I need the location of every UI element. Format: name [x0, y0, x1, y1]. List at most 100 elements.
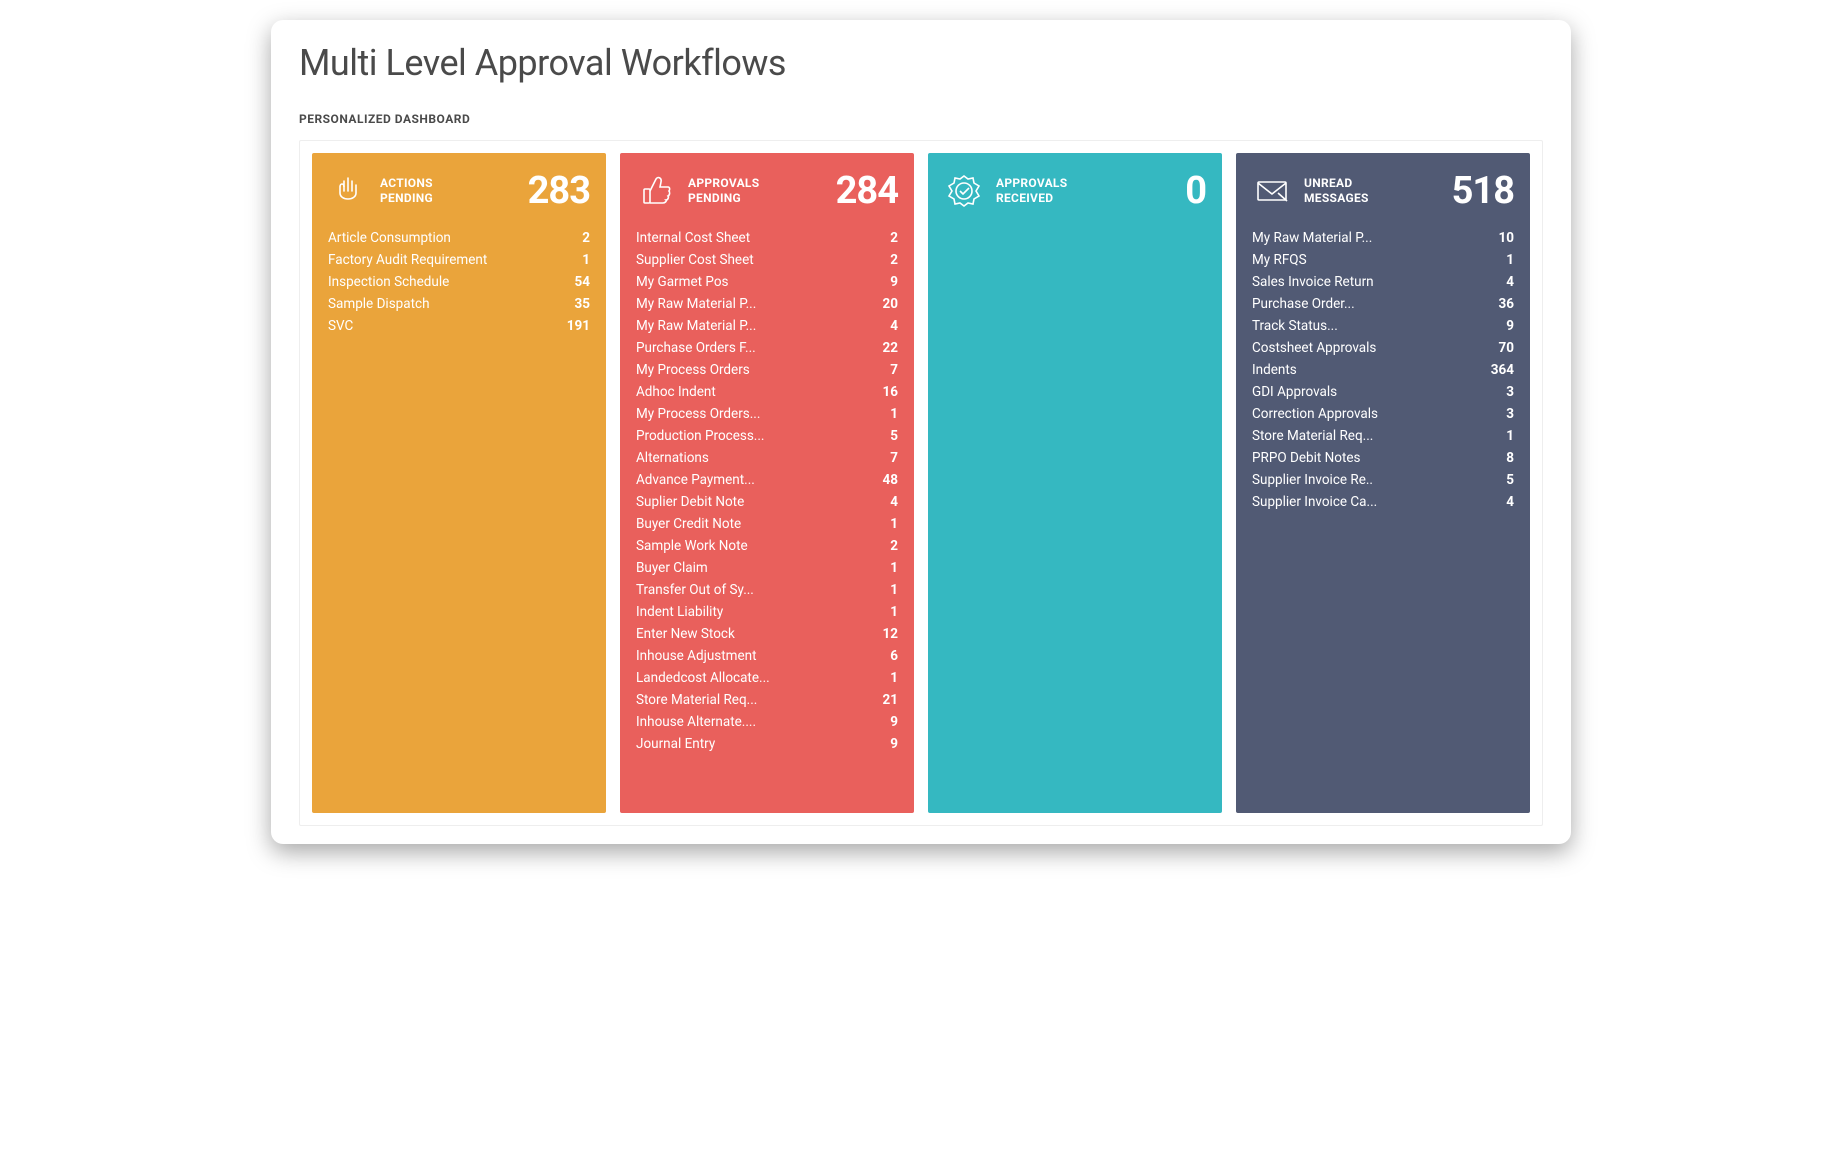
list-item[interactable]: Enter New Stock12 — [636, 623, 898, 645]
list-item[interactable]: Store Material Req... 21 — [636, 689, 898, 711]
list-item[interactable]: Purchase Orders F... 22 — [636, 337, 898, 359]
list-item[interactable]: Indents 364 — [1252, 359, 1514, 381]
list-item[interactable]: Supplier Invoice Re..5 — [1252, 469, 1514, 491]
list-item-value: 1 — [868, 406, 898, 422]
list-item[interactable]: Supplier Invoice Ca...4 — [1252, 491, 1514, 513]
list-item-label: Purchase Orders F... — [636, 340, 860, 356]
list-item-label: Indents — [1252, 362, 1476, 378]
card-title: APPROVALS RECEIVED — [996, 176, 1173, 206]
dashboard-panel: Multi Level Approval Workflows PERSONALI… — [271, 20, 1571, 844]
card-body: Article Consumption2Factory Audit Requir… — [312, 223, 606, 353]
list-item-value: 9 — [1484, 318, 1514, 334]
list-item[interactable]: Advance Payment...48 — [636, 469, 898, 491]
list-item[interactable]: Factory Audit Requirement1 — [328, 249, 590, 271]
list-item-label: Adhoc Indent — [636, 384, 860, 400]
thumbs-up-icon — [636, 171, 676, 211]
list-item[interactable]: Landedcost Allocate...1 — [636, 667, 898, 689]
list-item[interactable]: Sample Dispatch35 — [328, 293, 590, 315]
card-unread-messages[interactable]: UNREAD MESSAGES518My Raw Material P...10… — [1236, 153, 1530, 813]
list-item[interactable]: Alternations7 — [636, 447, 898, 469]
list-item-label: Factory Audit Requirement — [328, 252, 552, 268]
list-item[interactable]: My Raw Material P...4 — [636, 315, 898, 337]
card-body: Internal Cost Sheet2Supplier Cost Sheet2… — [620, 223, 914, 771]
list-item[interactable]: Sample Work Note2 — [636, 535, 898, 557]
card-count: 283 — [528, 169, 590, 213]
list-item[interactable]: Adhoc Indent16 — [636, 381, 898, 403]
list-item[interactable]: Article Consumption2 — [328, 227, 590, 249]
list-item-label: My Raw Material P... — [636, 318, 860, 334]
list-item-label: Supplier Invoice Re.. — [1252, 472, 1476, 488]
list-item[interactable]: Inhouse Alternate.... 9 — [636, 711, 898, 733]
list-item[interactable]: Transfer Out of Sy...1 — [636, 579, 898, 601]
list-item-label: Buyer Claim — [636, 560, 860, 576]
list-item-value: 9 — [868, 714, 898, 730]
pointer-icon — [328, 171, 368, 211]
list-item[interactable]: Journal Entry9 — [636, 733, 898, 755]
list-item[interactable]: Inspection Schedule54 — [328, 271, 590, 293]
list-item-value: 22 — [868, 340, 898, 356]
section-heading: PERSONALIZED DASHBOARD — [299, 112, 1543, 126]
list-item[interactable]: My Garmet Pos9 — [636, 271, 898, 293]
list-item[interactable]: Inhouse Adjustment6 — [636, 645, 898, 667]
list-item-label: Advance Payment... — [636, 472, 860, 488]
list-item-value: 5 — [868, 428, 898, 444]
seal-check-icon — [944, 171, 984, 211]
list-item-value: 36 — [1484, 296, 1514, 312]
list-item[interactable]: My Process Orders...1 — [636, 403, 898, 425]
card-count: 284 — [836, 169, 898, 213]
list-item[interactable]: My RFQS1 — [1252, 249, 1514, 271]
card-actions-pending[interactable]: ACTIONS PENDING283Article Consumption2Fa… — [312, 153, 606, 813]
list-item-value: 1 — [868, 604, 898, 620]
list-item[interactable]: GDI Approvals3 — [1252, 381, 1514, 403]
list-item[interactable]: My Raw Material P...10 — [1252, 227, 1514, 249]
list-item[interactable]: Costsheet Approvals70 — [1252, 337, 1514, 359]
list-item[interactable]: SVC191 — [328, 315, 590, 337]
list-item-label: Buyer Credit Note — [636, 516, 860, 532]
card-body: My Raw Material P...10My RFQS1Sales Invo… — [1236, 223, 1530, 529]
list-item[interactable]: My Process Orders7 — [636, 359, 898, 381]
list-item[interactable]: Supplier Cost Sheet2 — [636, 249, 898, 271]
list-item-label: Indent Liability — [636, 604, 860, 620]
list-item-value: 2 — [868, 230, 898, 246]
list-item[interactable]: Internal Cost Sheet2 — [636, 227, 898, 249]
list-item-value: 1 — [868, 516, 898, 532]
cards-board: ACTIONS PENDING283Article Consumption2Fa… — [299, 140, 1543, 826]
list-item[interactable]: Indent Liability 1 — [636, 601, 898, 623]
list-item[interactable]: My Raw Material P...20 — [636, 293, 898, 315]
list-item[interactable]: Purchase Order... 36 — [1252, 293, 1514, 315]
list-item-value: 54 — [560, 274, 590, 290]
list-item-value: 1 — [868, 670, 898, 686]
list-item-label: SVC — [328, 318, 552, 334]
list-item[interactable]: Buyer Claim1 — [636, 557, 898, 579]
list-item-value: 4 — [868, 494, 898, 510]
list-item[interactable]: Track Status...9 — [1252, 315, 1514, 337]
list-item-value: 21 — [868, 692, 898, 708]
list-item-label: Inhouse Alternate.... — [636, 714, 860, 730]
list-item[interactable]: Correction Approvals3 — [1252, 403, 1514, 425]
list-item-label: Journal Entry — [636, 736, 860, 752]
list-item[interactable]: Buyer Credit Note 1 — [636, 513, 898, 535]
list-item-label: Purchase Order... — [1252, 296, 1476, 312]
list-item-label: Sample Work Note — [636, 538, 860, 554]
list-item-value: 7 — [868, 362, 898, 378]
card-approvals-received[interactable]: APPROVALS RECEIVED0 — [928, 153, 1222, 813]
list-item-value: 2 — [560, 230, 590, 246]
list-item[interactable]: Sales Invoice Return4 — [1252, 271, 1514, 293]
list-item-label: Supplier Cost Sheet — [636, 252, 860, 268]
list-item-label: My Raw Material P... — [1252, 230, 1476, 246]
list-item[interactable]: Store Material Req...1 — [1252, 425, 1514, 447]
list-item-value: 3 — [1484, 384, 1514, 400]
list-item-value: 1 — [868, 582, 898, 598]
list-item[interactable]: PRPO Debit Notes8 — [1252, 447, 1514, 469]
list-item-label: My RFQS — [1252, 252, 1476, 268]
list-item-value: 364 — [1484, 362, 1514, 378]
list-item[interactable]: Production Process...5 — [636, 425, 898, 447]
list-item-label: Alternations — [636, 450, 860, 466]
list-item-label: Supplier Invoice Ca... — [1252, 494, 1476, 510]
list-item-label: Store Material Req... — [636, 692, 860, 708]
list-item[interactable]: Suplier Debit Note4 — [636, 491, 898, 513]
card-approvals-pending[interactable]: APPROVALS PENDING284 Internal Cost Sheet2… — [620, 153, 914, 813]
list-item-label: Costsheet Approvals — [1252, 340, 1476, 356]
card-header: APPROVALS PENDING284 — [620, 153, 914, 223]
page-title: Multi Level Approval Workflows — [299, 42, 1543, 84]
